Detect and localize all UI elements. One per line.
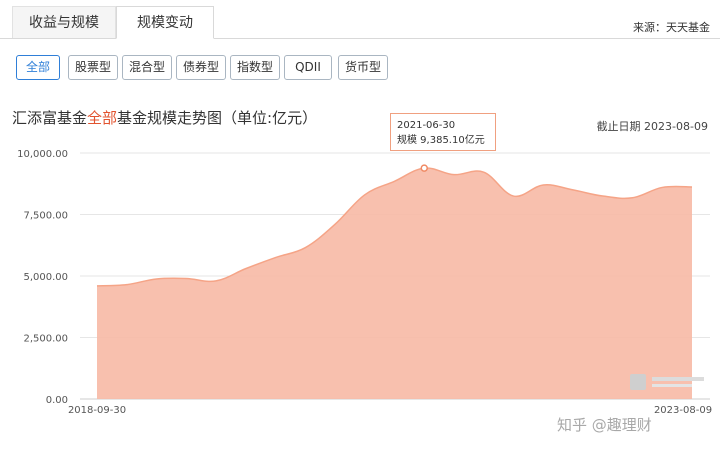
watermark-text: 知乎 @趣理财: [557, 416, 652, 434]
scale-trend-chart[interactable]: 0.00 2,500.00 5,000.00 7,500.00 10,000.00 201…: [0, 0, 720, 455]
y-tick-label: 10,000.00: [17, 149, 68, 160]
y-tick-label: 2,500.00: [23, 334, 68, 345]
tooltip-date: 2021-06-30: [397, 120, 456, 131]
x-tick-label-end: 2023-08-09: [654, 405, 712, 416]
chart-tooltip: 2021-06-30 规模 9,385.10亿元: [390, 113, 496, 151]
y-tick-label: 7,500.00: [23, 211, 68, 222]
fund-logo-watermark: [630, 374, 704, 390]
x-tick-label-start: 2018-09-30: [68, 405, 126, 416]
y-tick-label: 0.00: [46, 395, 68, 406]
y-tick-label: 5,000.00: [23, 272, 68, 283]
area-series-fill: [97, 167, 692, 399]
tooltip-value: 规模 9,385.10亿元: [397, 135, 485, 146]
highlight-point: [420, 164, 428, 172]
